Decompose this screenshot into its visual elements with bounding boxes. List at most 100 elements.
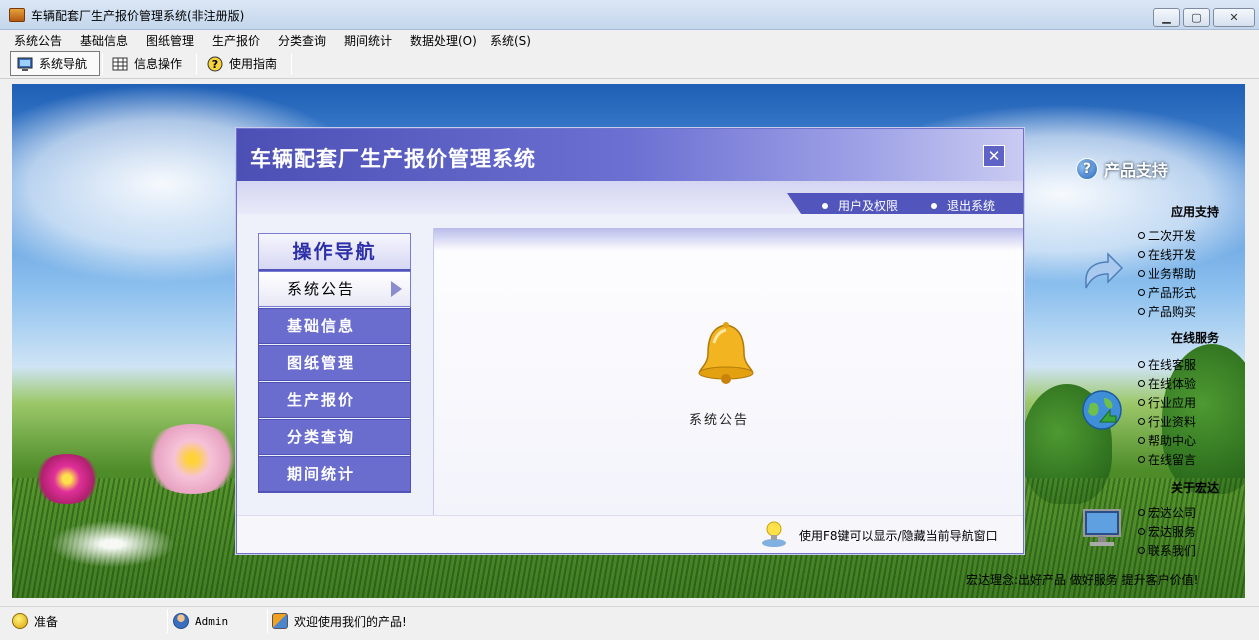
close-window-button[interactable]: ✕ [1213, 8, 1255, 27]
bullet-icon [1138, 251, 1145, 258]
user-icon [173, 613, 189, 629]
link-product-purchase[interactable]: 产品购买 [1138, 303, 1196, 320]
product-support-header: ? 产品支持 [1076, 157, 1168, 181]
nav-panel-title: 操作导航 [258, 233, 411, 271]
menu-announcements[interactable]: 系统公告 [14, 32, 62, 49]
nav-item-label: 基础信息 [287, 317, 356, 335]
link-label: 宏达服务 [1148, 525, 1197, 539]
bullet-icon [1138, 437, 1145, 444]
app-icon [9, 8, 25, 22]
dialog-title: 车辆配套厂生产报价管理系统 [250, 147, 536, 171]
help-icon: ? [207, 56, 223, 71]
link-help-center[interactable]: 帮助中心 [1138, 432, 1196, 449]
menu-basic-info[interactable]: 基础信息 [80, 32, 128, 49]
link-online-development[interactable]: 在线开发 [1138, 246, 1196, 263]
bullet-icon [1138, 509, 1145, 516]
link-label: 在线留言 [1148, 453, 1197, 467]
link-label: 业务帮助 [1148, 267, 1197, 281]
nav-item-statistics[interactable]: 期间统计 [258, 456, 411, 492]
section-title-online-service: 在线服务 [1171, 331, 1220, 345]
toolbar-separator [291, 53, 292, 75]
link-label: 产品购买 [1148, 305, 1197, 319]
link-services[interactable]: 宏达服务 [1138, 523, 1196, 540]
nav-item-query[interactable]: 分类查询 [258, 419, 411, 455]
link-online-support[interactable]: 在线客服 [1138, 356, 1196, 373]
menu-quotation[interactable]: 生产报价 [212, 32, 260, 49]
status-separator [167, 609, 168, 633]
users-permissions-link[interactable]: 用户及权限 [822, 197, 898, 214]
link-label: 在线开发 [1148, 248, 1197, 262]
content-label: 系统公告 [689, 413, 750, 428]
toolbar-separator [196, 53, 197, 75]
link-company[interactable]: 宏达公司 [1138, 504, 1196, 521]
toolbar-nav-button[interactable]: 系统导航 [10, 51, 100, 76]
bullet-icon [1138, 547, 1145, 554]
bullet-icon [931, 202, 937, 209]
flower [142, 424, 242, 494]
daisies [32, 514, 192, 574]
arrow-right-icon [391, 281, 402, 297]
toolbar-nav-label: 系统导航 [39, 57, 88, 71]
nav-item-quotation[interactable]: 生产报价 [258, 382, 411, 418]
toolbar: 系统导航 信息操作 ? 使用指南 [0, 49, 1259, 79]
toolbar-info-button[interactable]: 信息操作 [106, 51, 188, 76]
bullet-icon [1138, 418, 1145, 425]
bullet-icon [1138, 232, 1145, 239]
link-online-trial[interactable]: 在线体验 [1138, 375, 1196, 392]
bullet-icon [1138, 270, 1145, 277]
menu-drawings[interactable]: 图纸管理 [146, 32, 194, 49]
nav-item-drawings[interactable]: 图纸管理 [258, 345, 411, 381]
menu-statistics[interactable]: 期间统计 [344, 32, 392, 49]
link-online-message[interactable]: 在线留言 [1138, 451, 1196, 468]
link-label: 行业资料 [1148, 415, 1197, 429]
link-label: 产品形式 [1148, 286, 1197, 300]
arrow-forward-icon [1085, 252, 1124, 289]
footer-hint: 使用F8键可以显示/隐藏当前导航窗口 [799, 529, 998, 543]
bullet-icon [1138, 308, 1145, 315]
info-bulb-icon [12, 613, 28, 629]
section-title-about: 关于宏达 [1171, 481, 1220, 495]
maximize-button[interactable]: ▢ [1183, 8, 1210, 27]
users-permissions-label: 用户及权限 [838, 199, 899, 213]
status-state: 准备 [12, 612, 58, 630]
users-group-icon [272, 613, 288, 629]
toolbar-separator [102, 53, 103, 75]
menu-data-processing[interactable]: 数据处理(O) [410, 32, 477, 49]
link-industry-applications[interactable]: 行业应用 [1138, 394, 1196, 411]
nav-item-label: 系统公告 [287, 280, 356, 298]
section-title-app-support: 应用支持 [1171, 205, 1220, 219]
link-industry-materials[interactable]: 行业资料 [1138, 413, 1196, 430]
toolbar-guide-label: 使用指南 [229, 57, 278, 71]
window-title: 车辆配套厂生产报价管理系统(非注册版) [31, 9, 245, 23]
navigation-dialog: 车辆配套厂生产报价管理系统 ✕ 用户及权限 退出系统 操作导航 系统公告 基础信… [236, 128, 1024, 554]
toolbar-guide-button[interactable]: ? 使用指南 [201, 51, 283, 76]
nav-item-basic-info[interactable]: 基础信息 [258, 308, 411, 344]
link-label: 帮助中心 [1148, 434, 1197, 448]
menu-system[interactable]: 系统(S) [490, 32, 531, 49]
status-user-label: Admin [195, 614, 229, 628]
link-secondary-development[interactable]: 二次开发 [1138, 227, 1196, 244]
link-business-help[interactable]: 业务帮助 [1138, 265, 1196, 282]
minimize-button[interactable]: ▁ [1153, 8, 1180, 27]
bullet-icon [822, 202, 828, 209]
exit-system-link[interactable]: 退出系统 [931, 197, 995, 214]
menu-bar: 系统公告 基础信息 图纸管理 生产报价 分类查询 期间统计 数据处理(O) 系统… [0, 30, 1259, 49]
link-label: 联系我们 [1148, 544, 1197, 558]
link-contact-us[interactable]: 联系我们 [1138, 542, 1196, 559]
bullet-icon [1138, 528, 1145, 535]
bullet-icon [1138, 361, 1145, 368]
dialog-close-button[interactable]: ✕ [983, 145, 1005, 167]
bell-icon[interactable] [696, 321, 756, 387]
bullet-icon [1138, 456, 1145, 463]
status-welcome-label: 欢迎使用我们的产品! [294, 614, 407, 629]
nav-item-announcements[interactable]: 系统公告 [258, 271, 411, 307]
grid-icon [112, 57, 128, 70]
flower [32, 454, 102, 504]
link-product-form[interactable]: 产品形式 [1138, 284, 1196, 301]
bullet-icon [1138, 289, 1145, 296]
product-support-label: 产品支持 [1104, 161, 1169, 180]
monitor-icon [17, 57, 33, 71]
menu-query[interactable]: 分类查询 [278, 32, 326, 49]
link-label: 行业应用 [1148, 396, 1197, 410]
computer-monitor-icon [1083, 509, 1121, 546]
